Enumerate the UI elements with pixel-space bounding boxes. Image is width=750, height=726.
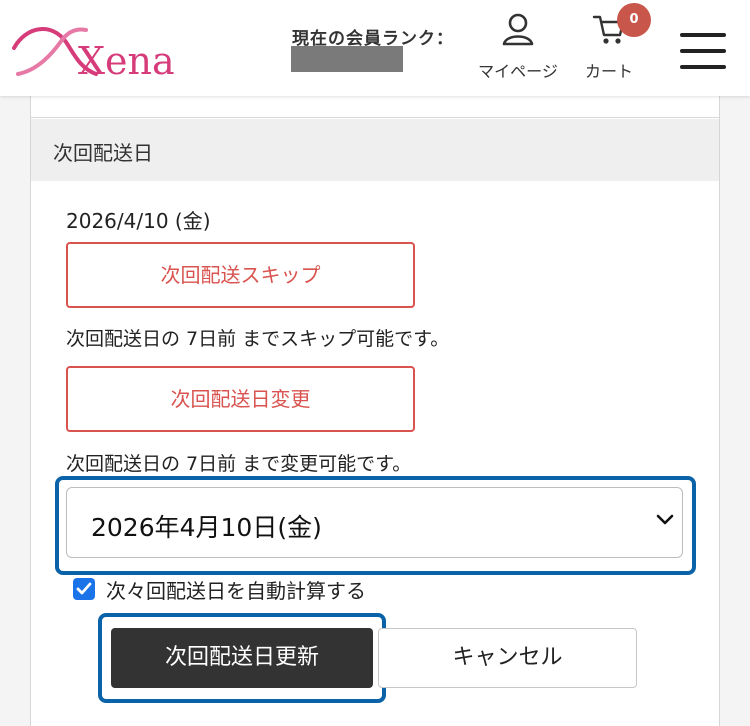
update-date-button[interactable]: 次回配送日更新 bbox=[111, 628, 373, 688]
logo-wordmark: Xena bbox=[78, 39, 175, 82]
section-title: 次回配送日 bbox=[53, 141, 153, 165]
change-note: 次回配送日の 7日前 まで変更可能です。 bbox=[66, 453, 412, 475]
change-date-button[interactable]: 次回配送日変更 bbox=[66, 366, 415, 432]
auto-calc-checkbox[interactable] bbox=[73, 578, 95, 600]
site-logo[interactable]: Xena bbox=[8, 18, 178, 83]
select-value: 2026年4月10日(金) bbox=[91, 513, 322, 542]
auto-calc-label[interactable]: 次々回配送日を自動計算する bbox=[106, 575, 366, 604]
xena-logo: Xena bbox=[12, 27, 175, 83]
mypage-label: マイページ bbox=[478, 62, 558, 81]
cart-count-badge: 0 bbox=[617, 3, 651, 37]
section-header: 次回配送日 bbox=[31, 119, 719, 181]
checkmark-icon bbox=[76, 582, 92, 595]
chevron-down-icon bbox=[656, 514, 674, 525]
next-delivery-date: 2026/4/10 (金) bbox=[66, 209, 211, 233]
member-rank-value-redacted bbox=[291, 46, 403, 72]
mypage-link[interactable]: マイページ bbox=[472, 12, 564, 84]
skip-delivery-button[interactable]: 次回配送スキップ bbox=[66, 242, 415, 308]
user-icon bbox=[502, 13, 534, 46]
delivery-date-select[interactable]: 2026年4月10日(金) bbox=[66, 487, 683, 558]
cart-label: カート bbox=[584, 62, 633, 81]
site-header: Xena 現在の会員ランク： マイページ カート 0 bbox=[0, 0, 750, 96]
menu-icon[interactable] bbox=[680, 33, 726, 69]
cancel-button[interactable]: キャンセル bbox=[378, 628, 637, 688]
card-top-divider bbox=[31, 96, 719, 118]
skip-note: 次回配送日の 7日前 までスキップ可能です。 bbox=[66, 328, 450, 350]
